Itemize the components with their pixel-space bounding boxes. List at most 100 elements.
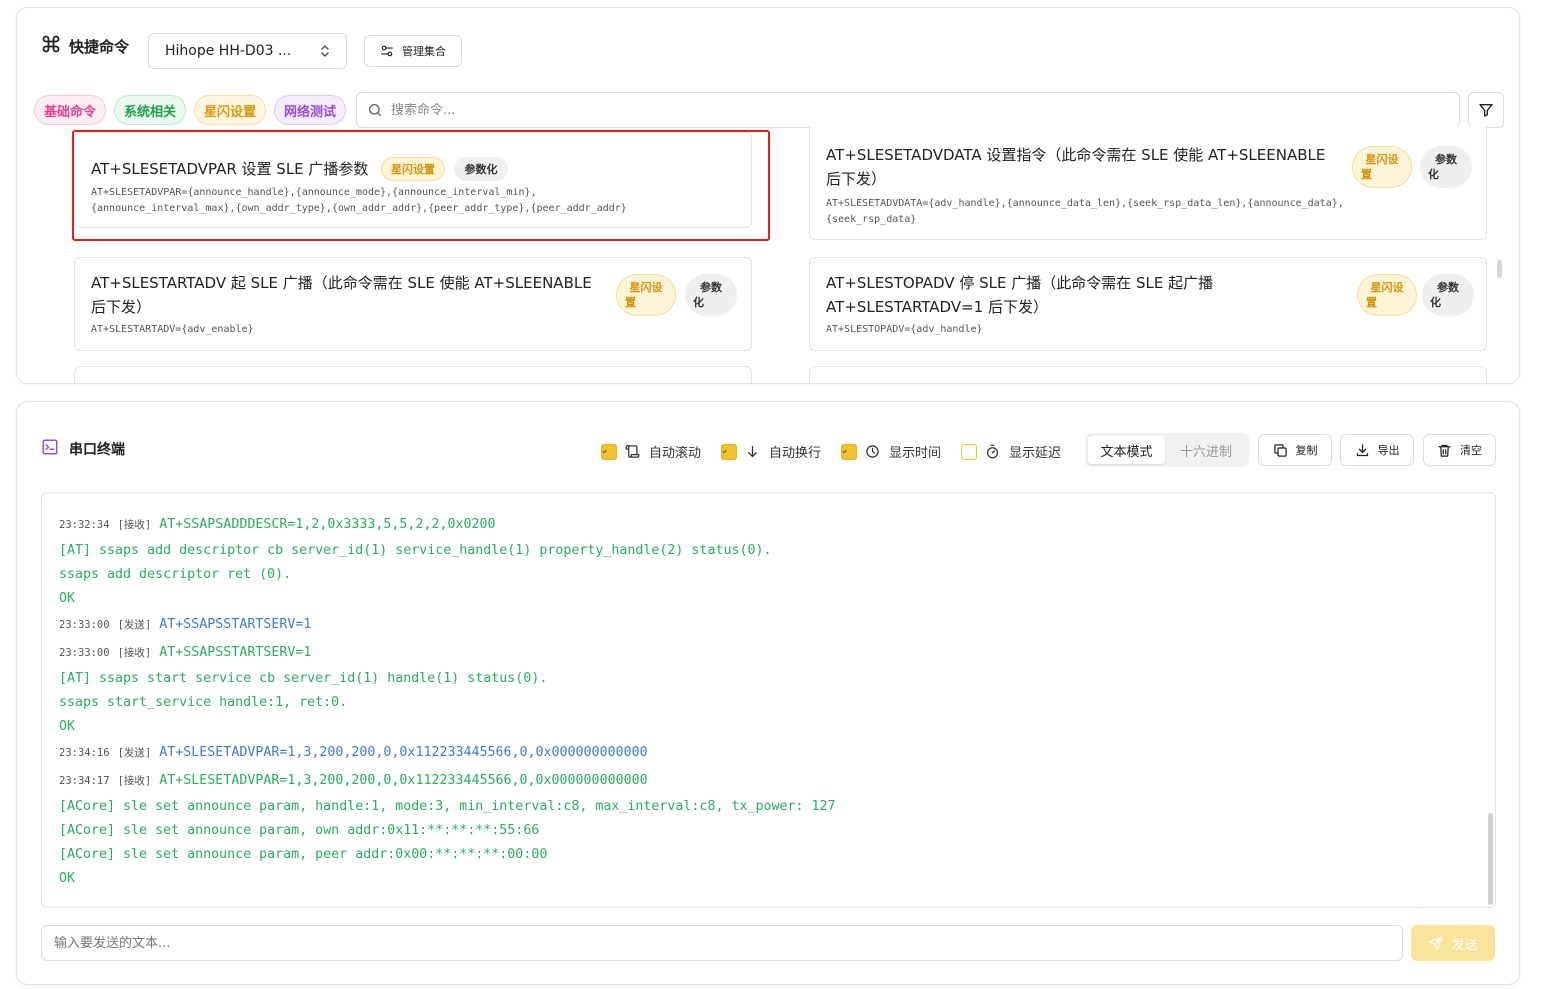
log-line: ssaps start_service handle:1, ret:0.	[59, 691, 836, 715]
auto-wrap-option[interactable]: 自动换行	[721, 442, 821, 461]
log-line: OK	[59, 867, 836, 891]
log-line: 23:33:00 [发送] AT+SSAPSSTARTSERV=1	[59, 611, 836, 639]
log-line: 23:34:17 [接收] AT+SLESETADVPAR=1,3,200,20…	[59, 767, 836, 795]
log-text: [ACore] sle set announce param, own addr…	[59, 823, 540, 838]
terminal-log-lines: 23:32:34 [接收] AT+SSAPSADDDESCR=1,2,0x333…	[59, 511, 836, 891]
log-timestamp: 23:33:00	[59, 647, 110, 659]
command-title-line2: 后下发）	[91, 298, 152, 316]
command-syntax-line1: AT+SLESTARTADV={adv_enable}	[91, 324, 254, 335]
search-icon	[369, 104, 381, 116]
tag-line2: 置	[625, 296, 636, 309]
command-title-line2: AT+SLESTARTADV=1 后下发）	[826, 298, 1048, 316]
text-mode-tab[interactable]: 文本模式	[1088, 436, 1165, 464]
sliders-icon	[381, 45, 393, 57]
log-text: AT+SSAPSSTARTSERV=1	[159, 617, 312, 632]
log-text: [AT] ssaps start service cb server_id(1)…	[59, 671, 548, 686]
serial-terminal-panel: 串口终端 自动滚动 自动换行 显示时间 显示延迟 文本模式 十六进制 复制 导出…	[16, 401, 1520, 985]
log-text: AT+SSAPSSTARTSERV=1	[159, 645, 312, 660]
command-card-partial[interactable]	[74, 366, 752, 383]
tag-starflash-settings[interactable]: 星闪设置	[194, 95, 266, 125]
command-card-slestopadv[interactable]: AT+SLESTOPADV 停 SLE 广播（此命令需在 SLE 起广播 AT+…	[809, 257, 1487, 351]
command-tag-starflash: 星闪设 置	[1357, 274, 1417, 316]
terminal-scrollbar[interactable]	[1488, 813, 1493, 905]
auto-scroll-checkbox[interactable]	[601, 443, 617, 460]
command-card-slestartadv[interactable]: AT+SLESTARTADV 起 SLE 广播（此命令需在 SLE 使能 AT+…	[74, 257, 752, 351]
log-line: OK	[59, 587, 836, 611]
show-delay-option[interactable]: 显示延迟	[961, 442, 1061, 461]
show-delay-checkbox[interactable]	[961, 443, 977, 460]
clear-button[interactable]: 清空	[1423, 434, 1496, 466]
log-text: ssaps start_service handle:1, ret:0.	[59, 695, 348, 710]
log-timestamp: 23:32:34	[59, 519, 110, 531]
device-select-value: Hihope HH-D03 ...	[165, 43, 292, 59]
quick-commands-title: 快捷命令	[69, 37, 130, 56]
tag-system[interactable]: 系统相关	[114, 95, 186, 125]
log-timestamp: 23:33:00	[59, 619, 110, 631]
device-select[interactable]: Hihope HH-D03 ...	[148, 33, 347, 69]
param-line2: 化	[693, 296, 704, 309]
log-timestamp: 23:34:17	[59, 775, 110, 787]
log-text: ssaps add descriptor ret (0).	[59, 567, 292, 582]
command-card-slesetadvdata[interactable]: AT+SLESETADVDATA 设置指令（此命令需在 SLE 使能 AT+SL…	[809, 126, 1487, 240]
terminal-header: 串口终端	[41, 438, 125, 460]
param-line1: 参数	[1435, 153, 1457, 166]
log-line: [AT] ssaps start service cb server_id(1)…	[59, 667, 836, 691]
command-syntax-line1: AT+SLESTOPADV={adv_handle}	[826, 324, 983, 335]
log-text: OK	[59, 719, 76, 734]
hex-mode-tab[interactable]: 十六进制	[1167, 436, 1245, 464]
scroll-icon	[625, 445, 640, 458]
command-title-line2: 后下发）	[826, 170, 887, 188]
export-label: 导出	[1377, 444, 1400, 457]
show-time-option[interactable]: 显示时间	[841, 442, 941, 461]
log-direction: [发送]	[117, 747, 152, 759]
command-tag-starflash: 星闪设 置	[1352, 146, 1412, 188]
send-button[interactable]: 发送	[1411, 925, 1495, 961]
param-line2: 化	[1430, 296, 1441, 309]
commands-scrollbar[interactable]	[1497, 260, 1502, 278]
command-title-line1: AT+SLESETADVDATA 设置指令（此命令需在 SLE 使能 AT+SL…	[826, 146, 1326, 164]
filter-icon	[1479, 104, 1493, 117]
quick-commands-header: 快捷命令	[41, 34, 129, 58]
param-line1: 参数	[1437, 281, 1459, 294]
send-label: 发送	[1451, 937, 1478, 953]
param-line1: 参数	[700, 281, 722, 294]
terminal-output[interactable]: 23:32:34 [接收] AT+SSAPSADDDESCR=1,2,0x333…	[41, 492, 1496, 908]
command-syntax-line2: {seek_rsp_data}	[826, 214, 917, 225]
send-text-input[interactable]	[41, 925, 1403, 961]
auto-scroll-option[interactable]: 自动滚动	[601, 442, 701, 461]
tag-line1: 星闪设	[629, 281, 663, 294]
command-syntax-line1: AT+SLESETADVDATA={adv_handle},{announce_…	[826, 198, 1344, 209]
log-text: AT+SLESETADVPAR=1,3,200,200,0,0x11223344…	[159, 745, 648, 760]
show-time-checkbox[interactable]	[841, 443, 857, 460]
log-direction: [接收]	[117, 775, 152, 787]
log-line: 23:34:16 [发送] AT+SLESETADVPAR=1,3,200,20…	[59, 739, 836, 767]
chevron-up-down-icon	[318, 43, 332, 63]
auto-scroll-label: 自动滚动	[649, 446, 702, 461]
show-time-label: 显示时间	[889, 446, 942, 461]
arrow-down-icon	[748, 445, 757, 458]
command-key-icon	[41, 34, 61, 58]
log-text: OK	[59, 871, 76, 886]
command-card-partial[interactable]	[809, 366, 1487, 383]
tag-line1: 星闪设	[1365, 153, 1399, 166]
search-input[interactable]	[391, 102, 1391, 118]
copy-label: 复制	[1295, 444, 1318, 457]
log-line: [ACore] sle set announce param, handle:1…	[59, 795, 836, 819]
clear-label: 清空	[1460, 444, 1482, 457]
show-delay-label: 显示延迟	[1009, 446, 1062, 461]
log-direction: [接收]	[117, 647, 152, 659]
auto-wrap-label: 自动换行	[769, 446, 822, 461]
manage-collections-button[interactable]: 管理集合	[364, 35, 462, 67]
log-line: OK	[59, 715, 836, 739]
auto-wrap-checkbox[interactable]	[721, 443, 737, 460]
manage-collections-label: 管理集合	[402, 45, 446, 58]
clock-icon	[866, 445, 879, 458]
tag-basic-commands[interactable]: 基础命令	[34, 95, 106, 125]
display-mode-toggle: 文本模式 十六进制	[1085, 433, 1249, 467]
log-text: AT+SLESETADVPAR=1,3,200,200,0,0x11223344…	[159, 773, 648, 788]
filter-button[interactable]	[1468, 92, 1504, 128]
export-button[interactable]: 导出	[1340, 434, 1414, 466]
send-icon	[1429, 936, 1443, 950]
tag-network-test[interactable]: 网络测试	[274, 95, 346, 125]
copy-button[interactable]: 复制	[1258, 434, 1332, 466]
